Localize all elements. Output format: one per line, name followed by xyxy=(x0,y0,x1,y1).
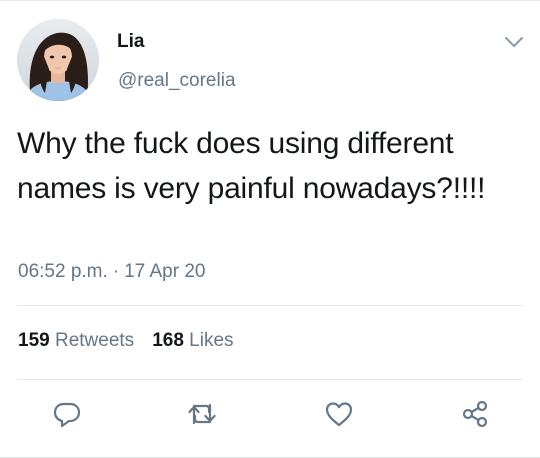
heart-icon xyxy=(325,402,353,427)
tweet-text: Why the fuck does using different names … xyxy=(17,127,486,205)
likes-label: Likes xyxy=(189,330,234,351)
tweet-stats: 159 Retweets 168 Likes xyxy=(18,330,234,352)
likes-stat[interactable]: 168 Likes xyxy=(152,330,233,351)
share-icon xyxy=(462,400,488,428)
retweets-count: 159 xyxy=(18,330,50,351)
meta-separator: · xyxy=(112,261,120,282)
tweet-time: 06:52 p.m. xyxy=(18,261,108,282)
divider xyxy=(17,305,523,306)
chevron-down-icon[interactable] xyxy=(503,34,525,50)
likes-count: 168 xyxy=(152,330,184,351)
share-button[interactable] xyxy=(459,398,491,430)
retweets-label: Retweets xyxy=(54,330,135,351)
display-name[interactable]: Lia xyxy=(117,31,144,53)
tweet-timestamp[interactable]: 06:52 p.m. · 17 Apr 20 xyxy=(18,261,205,283)
tweet-date: 17 Apr 20 xyxy=(124,261,206,282)
reply-icon xyxy=(53,402,81,428)
retweets-stat[interactable]: 159 Retweets xyxy=(18,330,134,351)
tweet-card: Lia @real_corelia Why the fuck does usin… xyxy=(0,0,540,458)
retweet-button[interactable] xyxy=(186,398,218,430)
user-handle[interactable]: @real_corelia xyxy=(118,70,236,92)
like-button[interactable] xyxy=(323,398,355,430)
reply-button[interactable] xyxy=(51,398,83,430)
avatar[interactable] xyxy=(17,19,99,101)
divider xyxy=(17,379,523,380)
retweet-icon xyxy=(188,403,216,425)
